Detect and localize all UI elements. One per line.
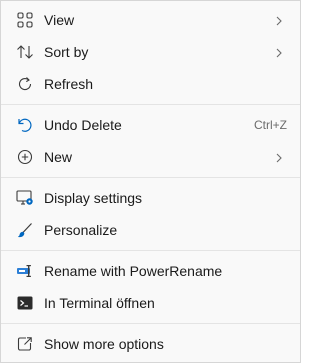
menu-separator — [1, 104, 300, 105]
shortcut-hint: Ctrl+Z — [254, 118, 287, 132]
menu-separator — [1, 250, 300, 251]
menu-item-show-more-options[interactable]: Show more options — [6, 329, 295, 359]
menu-item-undo-delete[interactable]: Undo Delete Ctrl+Z — [6, 110, 295, 140]
menu-item-label: Rename with PowerRename — [44, 263, 223, 279]
menu-item-label: Undo Delete — [44, 117, 122, 133]
menu-item-powerrename[interactable]: Rename with PowerRename — [6, 256, 295, 286]
chevron-right-icon — [275, 151, 283, 163]
menu-item-display-settings[interactable]: Display settings — [6, 183, 295, 213]
sort-arrows-icon — [16, 43, 34, 61]
menu-item-label: Show more options — [44, 336, 164, 352]
menu-item-view[interactable]: View — [6, 5, 295, 35]
refresh-icon — [16, 75, 34, 93]
add-circle-icon — [16, 148, 34, 166]
menu-item-label: Display settings — [44, 190, 143, 206]
menu-item-label: Personalize — [44, 222, 118, 238]
menu-item-new[interactable]: New — [6, 142, 295, 172]
menu-separator — [1, 323, 300, 324]
brush-icon — [16, 221, 34, 239]
menu-item-sort-by[interactable]: Sort by — [6, 37, 295, 67]
share-open-icon — [16, 335, 34, 353]
chevron-right-icon — [275, 14, 283, 26]
menu-item-label: In Terminal öffnen — [44, 295, 155, 311]
menu-item-personalize[interactable]: Personalize — [6, 215, 295, 245]
menu-item-open-in-terminal[interactable]: In Terminal öffnen — [6, 288, 295, 318]
grid-view-icon — [16, 11, 34, 29]
menu-item-label: View — [44, 12, 75, 28]
chevron-right-icon — [275, 46, 283, 58]
menu-item-label: New — [44, 149, 73, 165]
display-settings-icon — [16, 189, 34, 207]
terminal-icon — [16, 294, 34, 312]
menu-item-label: Sort by — [44, 44, 89, 60]
menu-item-refresh[interactable]: Refresh — [6, 69, 295, 99]
powerrename-icon — [16, 262, 34, 280]
context-menu: View Sort by Refresh Undo Delete Ctrl+Z … — [0, 0, 301, 363]
menu-item-label: Refresh — [44, 76, 94, 92]
menu-separator — [1, 177, 300, 178]
undo-icon — [16, 116, 34, 134]
